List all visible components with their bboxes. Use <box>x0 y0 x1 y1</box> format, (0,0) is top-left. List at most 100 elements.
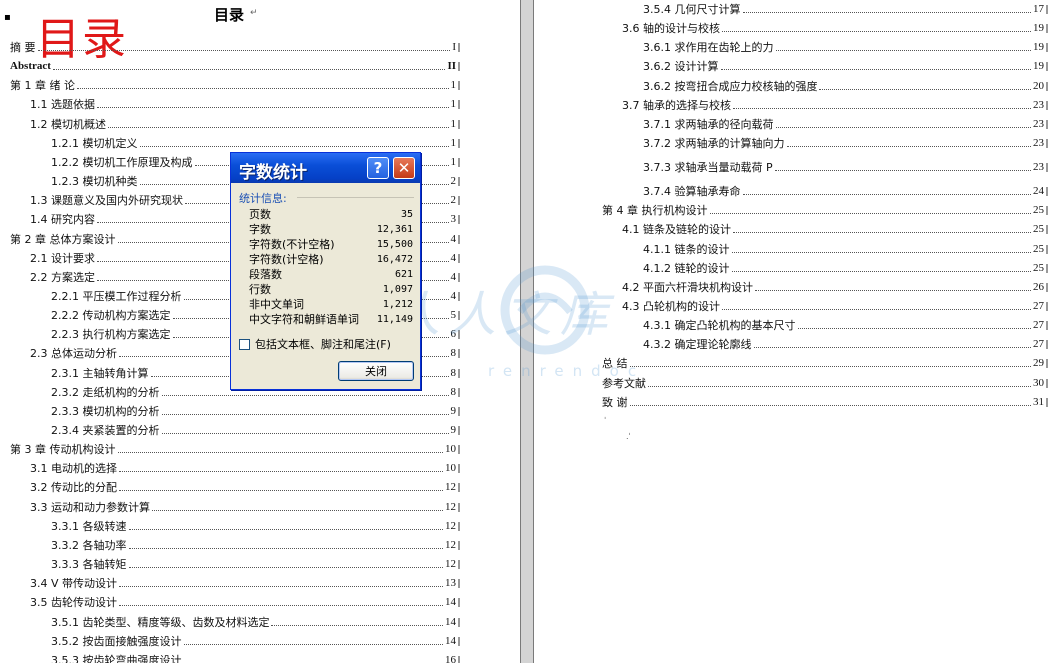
toc-entry[interactable]: 摘 要I <box>10 38 456 54</box>
toc-entry[interactable]: 3.7.4 验算轴承寿命 24 <box>643 182 1044 198</box>
toc-page-number: 25 <box>1033 223 1044 236</box>
toc-entry[interactable]: 1.1 选题依据 1 <box>30 95 456 111</box>
toc-entry[interactable]: 致 谢 31 <box>602 393 1044 409</box>
toc-entry[interactable]: 3.7.2 求两轴承的计算轴向力 23 <box>643 134 1044 150</box>
toc-entry[interactable]: 3.2 传动比的分配 12 <box>30 478 456 494</box>
toc-entry[interactable]: 3.6.2 按弯扭合成应力校核轴的强度 20 <box>643 77 1044 93</box>
toc-entry[interactable]: 4.1.1 链条的设计 25 <box>643 240 1044 256</box>
toc-page-number: 20 <box>1033 79 1044 92</box>
toc-entry[interactable]: 4.3 凸轮机构的设计 27 <box>622 297 1044 313</box>
margin-marker <box>458 62 460 72</box>
toc-leader-dots <box>128 528 443 530</box>
margin-marker <box>1046 139 1048 149</box>
margin-marker <box>458 368 460 378</box>
toc-entry[interactable]: 总 结 29 <box>602 354 1044 370</box>
toc-entry-text: 第 3 章 传动机构设计 <box>10 443 116 457</box>
toc-entry[interactable]: 4.1.2 链轮的设计 25 <box>643 259 1044 275</box>
margin-marker <box>1046 81 1048 91</box>
toc-entry[interactable]: 3.7 轴承的选择与校核 23 <box>622 96 1044 112</box>
statistic-label: 中文字符和朝鲜语单词 <box>249 313 359 326</box>
toc-entry[interactable]: 3.5.2 按齿面接触强度设计 14 <box>51 632 456 648</box>
toc-leader-dots <box>119 605 443 607</box>
toc-page-number: 27 <box>1033 299 1044 312</box>
help-button[interactable]: ? <box>367 157 389 179</box>
toc-entry[interactable]: 参考文献 30 <box>602 374 1044 390</box>
toc-entry[interactable]: 3.5 齿轮传动设计 14 <box>30 593 456 609</box>
toc-page-number: 8 <box>450 366 457 379</box>
toc-page-number: 23 <box>1033 117 1044 130</box>
toc-entry[interactable]: 3.6.2 设计计算 19 <box>643 57 1044 73</box>
toc-entry[interactable]: 第 4 章 执行机构设计 25 <box>602 201 1044 217</box>
include-textboxes-checkbox-row[interactable]: 包括文本框、脚注和尾注(F) <box>239 336 391 352</box>
toc-entry[interactable]: 4.1 链条及链轮的设计 25 <box>622 220 1044 236</box>
toc-entry-text: 第 2 章 总体方案设计 <box>10 232 116 246</box>
toc-entry-text: 2.1 设计要求 <box>30 251 95 265</box>
statistic-row: 页数 35 <box>249 207 413 222</box>
toc-entry[interactable]: 3.7.3 求轴承当量动载荷 P 23 <box>643 158 1044 174</box>
toc-leader-dots <box>161 394 449 396</box>
margin-marker <box>458 119 460 129</box>
toc-entry-text: 2.2 方案选定 <box>30 270 95 284</box>
toc-entry[interactable]: 3.3.3 各轴转矩 12 <box>51 555 456 571</box>
toc-leader-dots <box>648 385 1031 387</box>
toc-entry[interactable]: 4.3.2 确定理论轮廓线 27 <box>643 335 1044 351</box>
toc-entry[interactable]: Abstract II <box>10 57 456 73</box>
toc-page-number: 4 <box>450 251 457 264</box>
margin-marker <box>1046 301 1048 311</box>
toc-entry[interactable]: 3.6.1 求作用在齿轮上的力 19 <box>643 38 1044 54</box>
margin-marker <box>458 502 460 512</box>
toc-entry[interactable]: 3.1 电动机的选择 10 <box>30 459 456 475</box>
toc-entry[interactable]: 3.6 轴的设计与校核 19 <box>622 19 1044 35</box>
dialog-close-button[interactable]: ✕ <box>393 157 415 179</box>
toc-page-number: 23 <box>1033 137 1044 150</box>
margin-marker <box>1046 163 1048 173</box>
statistic-value: 1,212 <box>382 299 413 310</box>
paragraph-return-mark: ↵ <box>250 8 258 18</box>
toc-page-number: 30 <box>1033 376 1044 389</box>
margin-marker <box>1046 359 1048 369</box>
toc-entry-text: 3.7.1 求两轴承的径向载荷 <box>643 117 774 131</box>
statistic-label: 行数 <box>249 283 271 296</box>
toc-leader-dots <box>797 328 1031 330</box>
toc-page-number: 25 <box>1033 261 1044 274</box>
toc-entry[interactable]: 1.2.1 模切机定义 1 <box>51 134 456 150</box>
toc-entry[interactable]: 2.3.4 夹紧装置的分析 9 <box>51 421 456 437</box>
toc-leader-dots <box>819 88 1031 90</box>
toc-entry[interactable]: 1.2 模切机概述 1 <box>30 115 456 131</box>
include-textboxes-checkbox[interactable] <box>239 338 250 350</box>
toc-entry[interactable]: 3.3.1 各级转速 12 <box>51 517 456 533</box>
toc-entry[interactable]: 第 1 章 绪 论 1 <box>10 76 456 92</box>
margin-marker <box>458 272 460 282</box>
margin-marker <box>458 43 460 52</box>
toc-page-number: 14 <box>445 596 456 609</box>
statistic-value: 12,361 <box>376 224 413 235</box>
toc-entry[interactable]: 3.3.2 各轴功率 12 <box>51 536 456 552</box>
statistic-row: 字符数(不计空格) 15,500 <box>249 237 413 252</box>
toc-entry[interactable]: 2.3.3 模切机构的分析 9 <box>51 402 456 418</box>
toc-entry[interactable]: 4.2 平面六杆滑块机构设计 26 <box>622 278 1044 294</box>
dialog-titlebar[interactable]: 字数统计 ? ✕ <box>231 153 420 183</box>
toc-entry-text: 2.2.3 执行机构方案选定 <box>51 328 171 342</box>
close-button[interactable]: 关闭 <box>338 361 414 381</box>
toc-entry[interactable]: 3.5.4 几何尺寸计算 17 <box>643 0 1044 16</box>
toc-page-number: 23 <box>1033 98 1044 111</box>
toc-page-number: 2 <box>450 194 457 207</box>
toc-entry[interactable]: 第 3 章 传动机构设计 10 <box>10 440 456 456</box>
toc-entry[interactable]: 3.5.1 齿轮类型、精度等级、齿数及材料选定 14 <box>51 613 456 629</box>
toc-entry[interactable]: 3.7.1 求两轴承的径向载荷 23 <box>643 115 1044 131</box>
toc-page-number: 12 <box>445 519 456 532</box>
toc-entry[interactable]: 3.3 运动和动力参数计算 12 <box>30 498 456 514</box>
toc-entry-text: 4.2 平面六杆滑块机构设计 <box>622 280 753 294</box>
margin-marker <box>1046 244 1048 254</box>
toc-page-number: 25 <box>1033 242 1044 255</box>
toc-entry[interactable]: 3.4 V 带传动设计 13 <box>30 574 456 590</box>
margin-marker <box>458 291 460 301</box>
toc-page-number: I <box>452 41 456 53</box>
toc-entry[interactable]: 4.3.1 确定凸轮机构的基本尺寸 27 <box>643 316 1044 332</box>
statistic-row: 字数 12,361 <box>249 222 413 237</box>
toc-entry-text: 3.4 V 带传动设计 <box>30 577 118 591</box>
toc-entry-text: 4.3.1 确定凸轮机构的基本尺寸 <box>643 319 796 333</box>
toc-leader-dots <box>775 50 1031 52</box>
toc-leader-dots <box>775 126 1031 128</box>
toc-entry[interactable]: 3.5.3 按齿轮弯曲强度设计 16 <box>51 651 456 663</box>
